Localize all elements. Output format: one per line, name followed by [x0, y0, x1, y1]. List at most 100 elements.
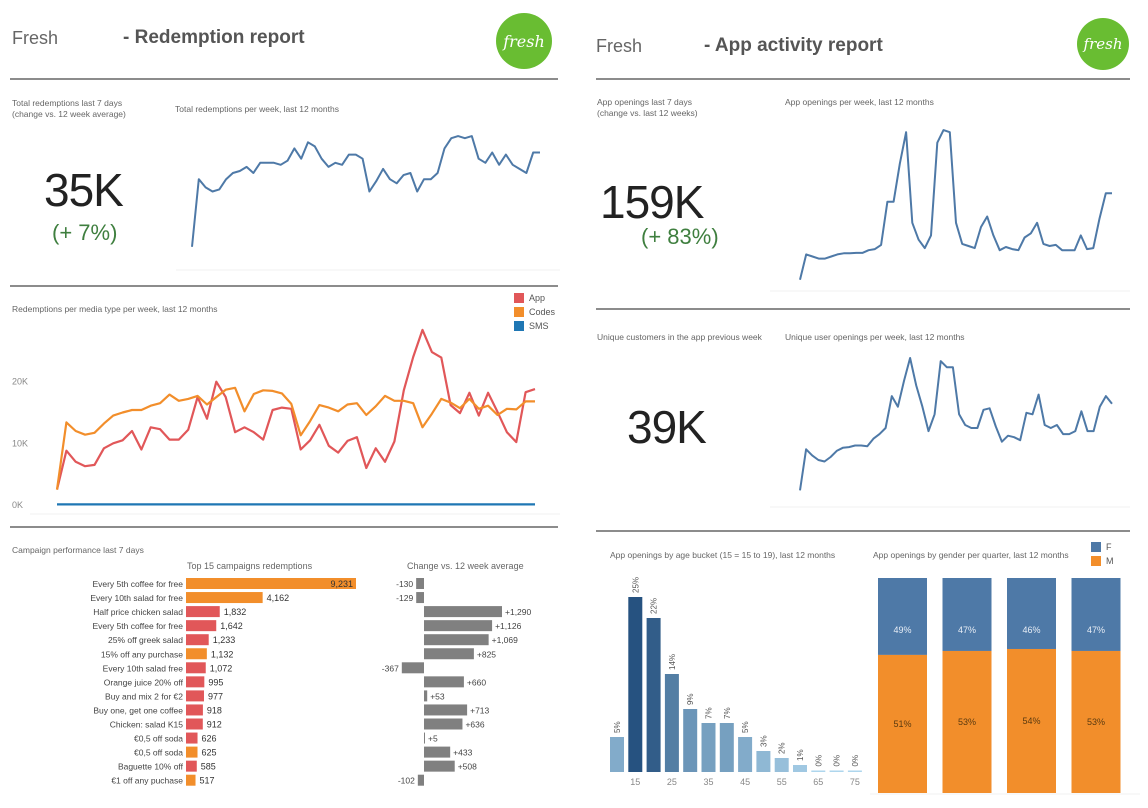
change-value-label: -130: [396, 579, 413, 589]
right-kpi2-chart-title: Unique user openings per week, last 12 m…: [785, 332, 965, 342]
campaign-value-label: 1,642: [220, 621, 243, 631]
left-fresh-logo: fresh: [496, 13, 552, 69]
campaign-bar: [186, 774, 196, 786]
left-kpi1-label-line2: (change vs. 12 week average): [12, 109, 126, 119]
legend-swatch-f: [1091, 542, 1101, 552]
change-bar: [424, 732, 425, 744]
right-kpi1-label-line2: (change vs. last 12 weeks): [597, 108, 698, 118]
age-value-label: 5%: [613, 721, 622, 733]
gender-label-f: 47%: [958, 625, 976, 635]
age-bar: [683, 709, 698, 772]
gender-label-m: 54%: [1022, 716, 1040, 726]
legend-app[interactable]: App: [514, 291, 555, 305]
age-x-tick: 15: [630, 777, 640, 787]
right-header-divider: [596, 78, 1130, 80]
campaign-bar: [186, 690, 204, 702]
right-kpi1-value: 159K: [600, 176, 704, 228]
age-bar: [664, 674, 679, 772]
age-bar: [701, 723, 716, 772]
total-redemptions-chart: [176, 135, 560, 271]
change-value-label: +1,126: [495, 621, 522, 631]
age-value-label: 7%: [723, 707, 732, 719]
change-value-label: +713: [470, 705, 489, 715]
gender-bar-f: [878, 578, 927, 655]
change-value-label: -102: [398, 776, 415, 786]
campaign-value-label: 1,233: [213, 635, 236, 645]
gender-label-m: 53%: [958, 717, 976, 727]
campaign-label: Half price chicken salad: [93, 607, 183, 617]
campaign-bar: [186, 746, 198, 758]
media-type-chart: 0K 10K 20K: [12, 328, 560, 515]
legend-swatch-codes: [514, 307, 524, 317]
gender-label-f: 47%: [1087, 625, 1105, 635]
campaign-value-label: 626: [202, 734, 217, 744]
change-bar: [424, 760, 455, 772]
left-divider-1: [10, 285, 558, 287]
campaign-label: Baguette 10% off: [118, 762, 184, 772]
legend-codes[interactable]: Codes: [514, 305, 555, 319]
gender-chart: 49% 51% 47% 53% 46% 54% 47% 53%: [870, 578, 1140, 795]
age-bar: [829, 770, 844, 772]
left-kpi1-label: Total redemptions last 7 days (change vs…: [12, 98, 126, 120]
change-bar: [424, 606, 502, 618]
age-bar: [719, 723, 734, 772]
legend-label-m: M: [1106, 556, 1114, 566]
age-value-label: 25%: [631, 577, 640, 593]
change-bar: [424, 704, 468, 716]
codes-series-line: [55, 386, 535, 490]
change-value-label: +1,290: [505, 607, 532, 617]
campaign-bar: [186, 704, 203, 716]
change-value-label: +825: [477, 649, 496, 659]
legend-swatch-m: [1091, 556, 1101, 566]
legend-swatch-app: [514, 293, 524, 303]
change-bar: [424, 676, 464, 688]
right-kpi2-label: Unique customers in the app previous wee…: [597, 332, 762, 342]
campaign-label: 25% off greek salad: [108, 635, 183, 645]
campaign-value-label: 517: [200, 776, 215, 786]
campaign-title: Campaign performance last 7 days: [12, 545, 144, 555]
campaign-value-label: 625: [202, 748, 217, 758]
change-bar: [424, 620, 493, 632]
campaign-bar: [186, 634, 209, 646]
gender-legend: F M: [1091, 540, 1114, 568]
gender-label-m: 51%: [893, 719, 911, 729]
campaign-value-label: 4,162: [267, 593, 290, 603]
left-kpi1-value: 35K: [44, 164, 124, 216]
y-tick-label: 0K: [12, 500, 23, 510]
campaigns-chart: Every 5th coffee for free 9,231 -130 Every …: [90, 578, 532, 786]
left-kpi1-chart-title: Total redemptions per week, last 12 mont…: [175, 104, 339, 114]
legend-label-codes: Codes: [529, 307, 556, 317]
gender-label-m: 53%: [1087, 717, 1105, 727]
gender-bar-f: [1071, 578, 1121, 651]
logo-text: fresh: [503, 31, 545, 51]
right-divider-1: [596, 308, 1130, 310]
campaign-bar: [186, 620, 217, 632]
campaign-bar: [186, 662, 206, 674]
age-value-label: 2%: [778, 742, 787, 754]
left-brand: Fresh: [12, 28, 59, 48]
campaign-label: Orange juice 20% off: [104, 677, 184, 687]
app-openings-line: [799, 129, 1112, 280]
age-value-label: 22%: [650, 598, 659, 614]
legend-f[interactable]: F: [1091, 540, 1114, 554]
age-x-tick: 75: [850, 777, 860, 787]
change-bar: [424, 746, 451, 758]
gender-chart-title: App openings by gender per quarter, last…: [873, 550, 1069, 560]
age-chart-title: App openings by age bucket (15 = 15 to 1…: [610, 550, 836, 560]
age-value-label: 0%: [851, 755, 860, 767]
campaign-bar: [186, 676, 205, 688]
campaign-label: €1 off any puchase: [111, 776, 183, 786]
age-value-label: 7%: [705, 707, 714, 719]
age-x-tick: 65: [813, 777, 823, 787]
campaign-label: Every 10th salad for free: [90, 593, 183, 603]
age-bar: [793, 765, 807, 772]
age-bar: [646, 618, 661, 772]
legend-m[interactable]: M: [1091, 554, 1114, 568]
campaign-value-label: 1,132: [211, 649, 234, 659]
age-value-label: 0%: [814, 755, 823, 767]
left-report-title: - Redemption report: [123, 27, 305, 48]
campaign-value-label: 9,231: [330, 579, 353, 589]
age-value-label: 3%: [759, 735, 768, 747]
change-bar: [401, 662, 424, 674]
total-redemptions-line: [191, 135, 540, 247]
